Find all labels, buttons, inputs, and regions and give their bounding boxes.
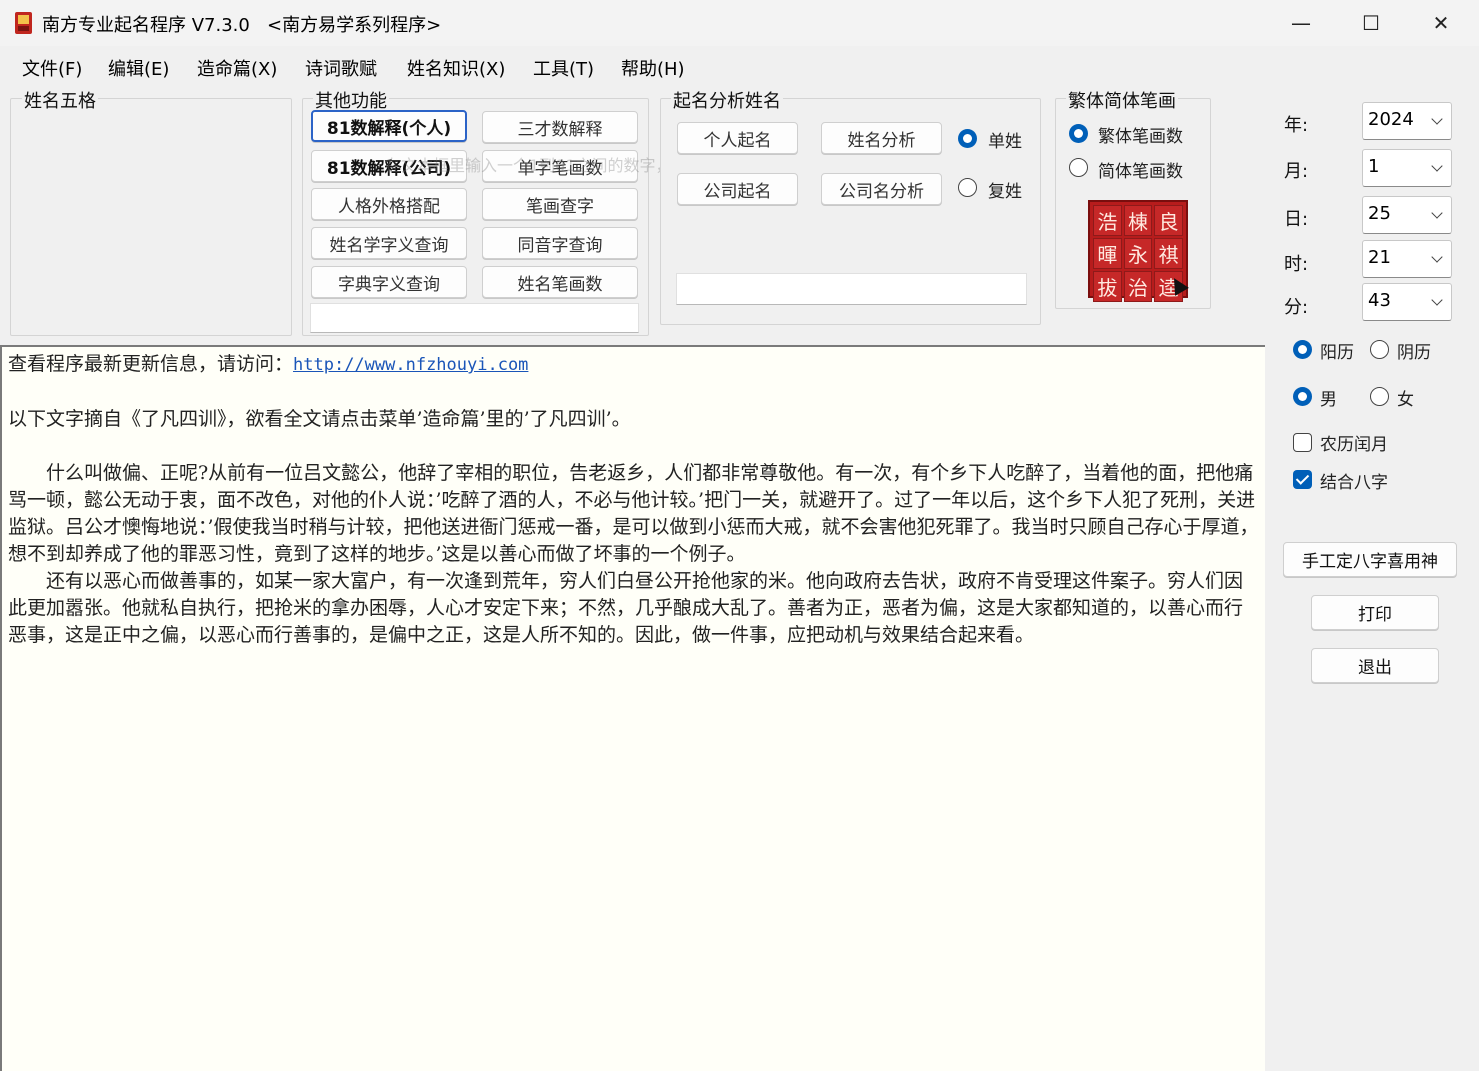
naming-group-title: 起名分析姓名 [671,87,783,113]
minute-label: 分: [1284,297,1309,318]
chevron-down-icon [1431,207,1443,219]
manual-bazi-button[interactable]: 手工定八字喜用神 [1283,542,1457,577]
radio-male[interactable] [1293,387,1312,406]
day-value: 25 [1368,203,1391,224]
btn-single-char-strokes[interactable]: 单字笔画数 [482,150,638,182]
seal-char: 祺 [1154,238,1183,269]
seal-char: 永 [1123,238,1153,269]
label-solar: 阳历 [1320,343,1354,363]
day-label: 日: [1284,209,1309,230]
btn-renge-waige[interactable]: 人格外格搭配 [311,188,467,220]
month-value: 1 [1368,156,1380,177]
minimize-icon: — [1291,11,1311,35]
btn-81-company[interactable]: 81数解释(公司) [311,150,467,182]
website-link[interactable]: http://www.nfzhouyi.com [293,355,528,375]
btn-company-naming[interactable]: 公司起名 [677,173,798,205]
btn-name-analysis[interactable]: 姓名分析 [821,122,942,154]
window-title: 南方专业起名程序 V7.3.0 <南方易学系列程序> [42,15,442,36]
menu-name-knowledge[interactable]: 姓名知识(X) [407,55,505,81]
year-select[interactable]: 2024 [1362,102,1452,140]
btn-stroke-lookup[interactable]: 笔画查字 [482,188,638,220]
btn-name-meaning[interactable]: 姓名学字义查询 [311,227,467,259]
seal-char: 良 [1154,205,1183,236]
label-leap-month: 农历闰月 [1320,435,1388,455]
seal-char: 拔 [1093,271,1122,302]
menu-help[interactable]: 帮助(H) [621,55,685,81]
btn-personal-naming[interactable]: 个人起名 [677,122,798,154]
day-select[interactable]: 25 [1362,196,1452,234]
label-traditional: 繁体笔画数 [1098,127,1183,147]
seal-char: 棟 [1123,205,1153,236]
radio-traditional[interactable] [1069,124,1088,143]
chevron-down-icon [1431,294,1443,306]
hour-value: 21 [1368,247,1391,268]
btn-name-strokes[interactable]: 姓名笔画数 [482,266,638,298]
month-label: 月: [1284,161,1309,182]
btn-81-personal[interactable]: 81数解释(个人) [311,110,467,142]
app-icon [15,12,32,34]
label-bazi: 结合八字 [1320,473,1388,493]
month-select[interactable]: 1 [1362,149,1452,187]
menu-poetry[interactable]: 诗词歌赋 [305,55,377,81]
wuge-group-title: 姓名五格 [22,87,98,113]
wuge-group [10,98,292,336]
paragraph-2: 还有以恶心而做善事的，如某一家大富户，有一次逢到荒年，穷人们白昼公开抢他家的米。… [8,570,1244,646]
number-input[interactable] [310,303,639,333]
paragraph-1: 什么叫做偏、正呢?从前有一位吕文懿公，他辞了宰相的职位，告老返乡，人们都非常尊敬… [8,462,1259,565]
name-input[interactable] [676,273,1027,305]
update-line: 查看程序最新更新信息，请访问：http://www.nfzhouyi.com [8,351,1259,379]
hour-select[interactable]: 21 [1362,240,1452,278]
content-textarea[interactable]: 查看程序最新更新信息，请访问：http://www.nfzhouyi.com 以… [0,345,1265,1071]
close-button[interactable]: ✕ [1406,0,1476,46]
close-icon: ✕ [1432,11,1450,35]
btn-company-analysis[interactable]: 公司名分析 [821,173,942,205]
label-lunar: 阴历 [1397,343,1431,363]
seal-char: 浩 [1093,205,1122,236]
radio-double-surname[interactable] [958,178,977,197]
label-single-surname: 单姓 [988,132,1022,152]
menu-zaoming[interactable]: 造命篇(X) [197,55,277,81]
minute-value: 43 [1368,290,1391,311]
menu-bar: 文件(F) 编辑(E) 造命篇(X) 诗词歌赋 姓名知识(X) 工具(T) 帮助… [0,46,1479,86]
radio-simplified[interactable] [1069,158,1088,177]
exit-button[interactable]: 退出 [1311,648,1439,683]
year-value: 2024 [1368,109,1414,130]
radio-lunar[interactable] [1370,340,1389,359]
menu-tools[interactable]: 工具(T) [533,55,594,81]
minimize-button[interactable]: — [1266,0,1336,46]
seal-char: 暉 [1093,238,1122,269]
chevron-down-icon [1431,113,1443,125]
menu-file[interactable]: 文件(F) [22,55,82,81]
minute-select[interactable]: 43 [1362,283,1452,321]
update-prefix: 查看程序最新更新信息，请访问： [8,353,294,375]
chevron-down-icon [1431,251,1443,263]
print-button[interactable]: 打印 [1311,595,1439,630]
btn-homophone[interactable]: 同音字查询 [482,227,638,259]
label-double-surname: 复姓 [988,182,1022,202]
hour-label: 时: [1284,254,1309,275]
radio-solar[interactable] [1293,340,1312,359]
chevron-down-icon [1431,160,1443,172]
label-simplified: 简体笔画数 [1098,162,1183,182]
radio-female[interactable] [1370,387,1389,406]
maximize-icon: ☐ [1362,11,1380,35]
excerpt-intro: 以下文字摘自《了凡四训》，欲看全文请点击菜单’造命篇’里的’了凡四训’。 [8,408,631,430]
menu-edit[interactable]: 编辑(E) [108,55,169,81]
checkbox-leap-month[interactable] [1293,433,1312,452]
checkbox-bazi[interactable] [1293,470,1312,489]
btn-dictionary[interactable]: 字典字义查询 [311,266,467,298]
label-male: 男 [1320,390,1337,410]
title-bar: 南方专业起名程序 V7.3.0 <南方易学系列程序> — ☐ ✕ [0,0,1479,46]
year-label: 年: [1284,115,1309,136]
strokes-group-title: 繁体简体笔画 [1066,87,1178,113]
btn-sancai[interactable]: 三才数解释 [482,111,638,143]
seal-char: 治 [1123,271,1153,302]
label-female: 女 [1397,390,1414,410]
maximize-button[interactable]: ☐ [1336,0,1406,46]
radio-single-surname[interactable] [958,129,977,148]
